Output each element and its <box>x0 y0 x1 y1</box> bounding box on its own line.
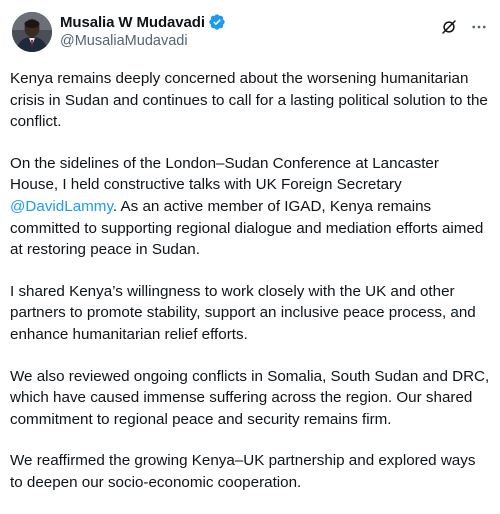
text-cursor-mark <box>455 312 457 314</box>
tweet-header: Musalia W Mudavadi @MusaliaMudavadi <box>10 10 490 54</box>
avatar[interactable] <box>12 12 52 52</box>
tweet-paragraph-2-start: On the sidelines of the London–Sudan Con… <box>10 154 439 194</box>
author-handle[interactable]: @MusaliaMudavadi <box>60 33 226 49</box>
avatar-image <box>12 12 52 52</box>
author-display-name[interactable]: Musalia W Mudavadi <box>60 14 205 31</box>
name-row: Musalia W Mudavadi <box>60 12 226 32</box>
more-options-icon[interactable] <box>468 16 490 38</box>
header-actions <box>430 16 490 38</box>
tweet-paragraph-4: We also reviewed ongoing conflicts in So… <box>10 367 490 428</box>
tweet-card: Musalia W Mudavadi @MusaliaMudavadi Keny… <box>0 0 500 491</box>
tweet-paragraph-5: We reaffirmed the growing Kenya–UK partn… <box>10 452 476 491</box>
tweet-paragraph-1: Kenya remains deeply concerned about the… <box>10 70 488 131</box>
grok-icon[interactable] <box>438 16 460 38</box>
tweet-paragraph-3: I shared Kenya’s willingness to work clo… <box>10 282 476 343</box>
mention-link-davidlammy[interactable]: @DavidLammy <box>10 198 113 215</box>
tweet-text: Kenya remains deeply concerned about the… <box>10 68 490 514</box>
verified-badge-icon <box>208 13 226 31</box>
author-identity: Musalia W Mudavadi @MusaliaMudavadi <box>60 12 226 49</box>
tweet-paragraph-2: On the sidelines of the London–Sudan Con… <box>10 153 490 261</box>
